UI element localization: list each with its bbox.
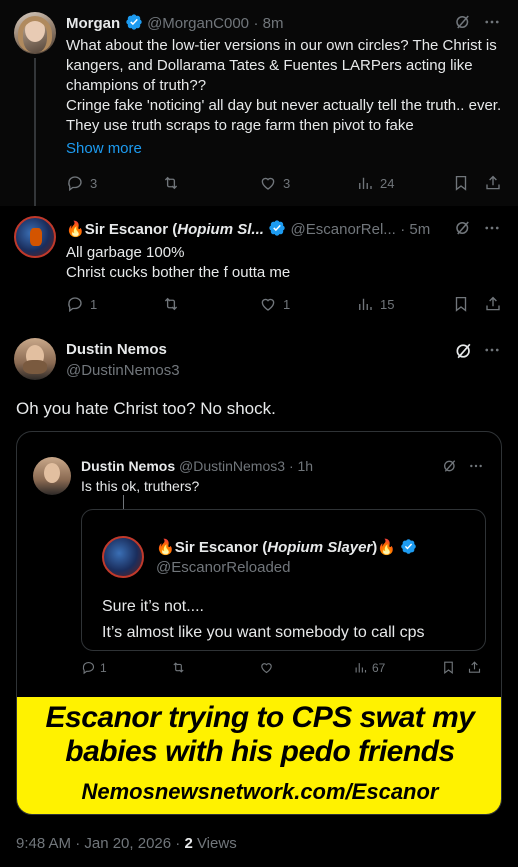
grok-icon[interactable] xyxy=(454,13,472,36)
views-button[interactable]: 15 xyxy=(356,295,394,313)
fire-emoji: 🔥 xyxy=(66,221,85,238)
quoted-share-icon xyxy=(467,660,482,680)
tweet-text-line: All garbage 100% xyxy=(66,244,185,261)
fire-emoji: 🔥 xyxy=(377,539,396,556)
quoted-views-count: 67 xyxy=(372,660,386,675)
quoted-thread-connector xyxy=(123,495,124,509)
reply-icon xyxy=(68,176,82,192)
grok-icon[interactable] xyxy=(454,341,474,366)
fire-emoji: 🔥 xyxy=(156,539,175,556)
author-handle[interactable]: @MorganC000 xyxy=(147,15,249,32)
quoted-avatar xyxy=(33,457,71,495)
share-icon[interactable] xyxy=(484,295,502,318)
quoted-screenshot-image[interactable]: Dustin Nemos @DustinNemos3 · 1h Is this … xyxy=(16,431,502,815)
views-icon xyxy=(359,177,372,189)
tweet-timestamp: 9:48 AM · Jan 20, 2026 · 2 Views xyxy=(16,835,237,852)
quoted-views-icon: 67 xyxy=(353,660,385,675)
tweet-text-line: Christ cucks bother the f outta me xyxy=(66,264,291,281)
quoted-author-handle: @DustinNemos3 xyxy=(179,458,286,474)
reply-button[interactable]: 3 xyxy=(66,174,97,192)
verified-badge-icon xyxy=(400,538,417,559)
more-options-icon[interactable] xyxy=(483,341,501,364)
bookmark-icon[interactable] xyxy=(452,295,470,318)
timestamp-text[interactable]: 9:48 AM · Jan 20, 2026 · xyxy=(16,835,184,852)
grok-icon[interactable] xyxy=(454,219,472,242)
nested-text-line: Sure it’s not.... xyxy=(102,598,204,615)
tweet-sir-escanor[interactable]: 🔥Sir Escanor (Hopium Sl... @EscanorRel..… xyxy=(0,206,518,326)
tweet-text: Oh you hate Christ too? No shock. xyxy=(16,399,276,418)
like-button[interactable]: 3 xyxy=(259,174,290,192)
tweet-dustin-nemos[interactable]: Dustin Nemos @DustinNemos3 Oh you hate C… xyxy=(0,326,518,867)
author-handle[interactable]: @EscanorRel... xyxy=(291,221,396,238)
reply-button[interactable]: 1 xyxy=(66,295,97,313)
quoted-heart-icon xyxy=(259,660,274,680)
heart-icon xyxy=(261,298,275,311)
avatar[interactable] xyxy=(14,12,56,54)
nested-name-italic: Hopium Slayer xyxy=(267,539,373,556)
tweet-time[interactable]: · 5m xyxy=(400,221,430,238)
avatar[interactable] xyxy=(14,216,56,258)
tweet-text: What about the low-tier versions in our … xyxy=(66,37,502,134)
heart-icon xyxy=(261,177,275,190)
quoted-bookmark-icon xyxy=(441,660,456,680)
retweet-icon xyxy=(164,297,178,311)
author-name[interactable]: 🔥Sir Escanor (Hopium Sl... xyxy=(66,221,268,238)
quoted-reply-icon: 1 xyxy=(81,660,107,675)
avatar[interactable] xyxy=(14,338,56,380)
reply-count: 1 xyxy=(90,296,98,312)
verified-badge-icon xyxy=(268,219,286,242)
retweet-icon xyxy=(164,176,178,190)
quoted-grok-icon xyxy=(442,458,458,479)
show-more-link[interactable]: Show more xyxy=(66,140,142,157)
nested-handle: @EscanorReloaded xyxy=(156,559,291,576)
views-icon xyxy=(359,298,372,310)
views-count: 2 xyxy=(184,835,193,852)
nested-tweet-card: 🔥Sir Escanor (Hopium Slayer)🔥 @EscanorRe… xyxy=(81,509,486,651)
nested-name-prefix: Sir Escanor ( xyxy=(174,539,268,556)
quoted-author-name: Dustin Nemos xyxy=(81,458,176,474)
thread-connector xyxy=(34,58,36,206)
tweet-time[interactable]: · 8m xyxy=(253,15,283,32)
banner-line: babies with his pedo friends xyxy=(65,735,455,768)
views-count: 15 xyxy=(380,296,395,312)
retweet-button[interactable] xyxy=(162,295,180,313)
banner-url: Nemosnewsnetwork.com/Escanor xyxy=(81,779,439,804)
author-name[interactable]: Dustin Nemos xyxy=(66,341,167,358)
author-name[interactable]: Morgan xyxy=(66,15,120,32)
quoted-text: Is this ok, truthers? xyxy=(81,478,200,494)
quoted-reply-count: 1 xyxy=(100,660,107,675)
like-button[interactable]: 1 xyxy=(259,295,290,313)
views-label: Views xyxy=(192,835,237,852)
share-icon[interactable] xyxy=(484,174,502,197)
quoted-more-icon xyxy=(468,458,484,479)
retweet-button[interactable] xyxy=(162,174,180,192)
author-name-italic: Hopium Sl... xyxy=(177,221,264,238)
author-name-prefix: Sir Escanor ( xyxy=(84,221,178,238)
bookmark-icon[interactable] xyxy=(452,174,470,197)
views-button[interactable]: 24 xyxy=(356,174,394,192)
more-options-icon[interactable] xyxy=(483,219,501,242)
quoted-time: · 1h xyxy=(288,458,314,474)
more-options-icon[interactable] xyxy=(483,13,501,36)
nested-avatar xyxy=(102,536,144,578)
like-count: 3 xyxy=(283,175,291,191)
reply-count: 3 xyxy=(90,175,98,191)
quoted-retweet-icon xyxy=(171,660,186,680)
author-handle[interactable]: @DustinNemos3 xyxy=(66,362,180,379)
like-count: 1 xyxy=(283,296,291,312)
banner-line: Escanor trying to CPS swat my xyxy=(45,701,475,734)
tweet-morgan[interactable]: Morgan @MorganC000 · 8m What about the l… xyxy=(0,0,518,206)
yellow-banner: Escanor trying to CPS swat my babies wit… xyxy=(17,697,501,814)
verified-badge-icon xyxy=(125,13,143,36)
reply-icon xyxy=(68,297,82,313)
nested-text-line: It’s almost like you want somebody to ca… xyxy=(102,624,425,641)
views-count: 24 xyxy=(380,175,395,191)
